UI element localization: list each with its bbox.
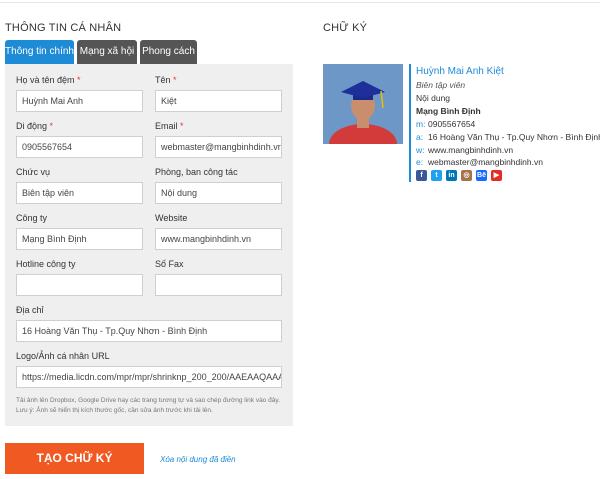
- mobile-label: Di động *: [16, 121, 54, 131]
- youtube-icon[interactable]: ▶: [491, 170, 502, 181]
- logo-label: Logo/Ảnh cá nhân URL: [16, 351, 110, 361]
- fax-label: Số Fax: [155, 259, 184, 269]
- signature-section-title: CHỮ KÝ: [323, 22, 368, 34]
- avatar: [323, 64, 403, 144]
- tab-style[interactable]: Phong cách: [140, 40, 197, 64]
- hotline-label: Hotline công ty: [16, 259, 76, 269]
- firstname-label: Tên *: [155, 75, 177, 85]
- upload-note: Tải ảnh lên Dropbox, Google Drive hay cá…: [16, 397, 280, 404]
- firstname-input[interactable]: Kiệt: [155, 90, 282, 112]
- signature-department: Nội dung: [416, 93, 451, 103]
- clear-form-link[interactable]: Xóa nội dung đã điền: [160, 455, 236, 464]
- signature-role: Biên tập viên: [416, 80, 466, 90]
- behance-icon[interactable]: Bē: [476, 170, 487, 181]
- hotline-input[interactable]: [16, 274, 143, 296]
- signature-address: a: 16 Hoàng Văn Thụ - Tp.Quy Nhơn - Bình …: [416, 132, 600, 142]
- top-divider: [0, 2, 600, 3]
- signature-divider: [409, 64, 411, 182]
- fullname-label: Họ và tên đệm *: [16, 75, 81, 85]
- fax-input[interactable]: [155, 274, 282, 296]
- website-label: Website: [155, 213, 188, 223]
- department-label: Phòng, ban công tác: [155, 167, 238, 177]
- signature-company: Mạng Bình Định: [416, 106, 481, 116]
- email-input[interactable]: webmaster@mangbinhdinh.vr: [155, 136, 282, 158]
- signature-name: Huỳnh Mai Anh Kiệt: [416, 66, 504, 77]
- linkedin-icon[interactable]: in: [446, 170, 457, 181]
- address-input[interactable]: 16 Hoàng Văn Thụ - Tp.Quy Nhơn - Bình Đị…: [16, 320, 282, 342]
- fullname-input[interactable]: Huỳnh Mai Anh: [16, 90, 143, 112]
- address-label: Địa chỉ: [16, 305, 44, 315]
- position-label: Chức vụ: [16, 167, 51, 177]
- company-label: Công ty: [16, 213, 48, 223]
- facebook-icon[interactable]: f: [416, 170, 427, 181]
- twitter-icon[interactable]: t: [431, 170, 442, 181]
- create-signature-button[interactable]: TẠO CHỮ KÝ: [5, 443, 144, 474]
- position-input[interactable]: Biên tập viên: [16, 182, 143, 204]
- website-input[interactable]: www.mangbinhdinh.vn: [155, 228, 282, 250]
- logo-url-input[interactable]: https://media.licdn.com/mpr/mpr/shrinknp…: [16, 366, 282, 388]
- email-label: Email *: [155, 121, 184, 131]
- signature-email: e: webmaster@mangbinhdinh.vn: [416, 157, 543, 167]
- signature-mobile: m: 0905567654: [416, 119, 476, 129]
- form-section-title: THÔNG TIN CÁ NHÂN: [5, 22, 122, 34]
- graduate-photo-icon: [323, 64, 403, 144]
- department-input[interactable]: Nội dung: [155, 182, 282, 204]
- signature-web: w: www.mangbinhdinh.vn: [416, 145, 514, 155]
- size-note: Lưu ý: Ảnh sẽ hiển thị kích thước gốc, c…: [16, 407, 213, 414]
- instagram-icon[interactable]: ◎: [461, 170, 472, 181]
- tab-main-info[interactable]: Thông tin chính: [5, 40, 74, 64]
- company-input[interactable]: Mạng Bình Định: [16, 228, 143, 250]
- tab-social[interactable]: Mạng xã hội: [77, 40, 137, 64]
- mobile-input[interactable]: 0905567654: [16, 136, 143, 158]
